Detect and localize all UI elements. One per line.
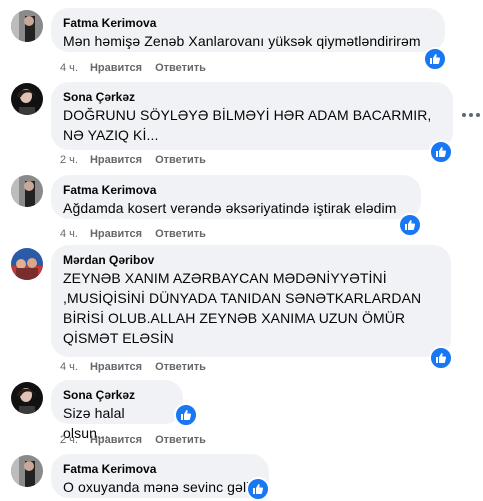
comment-author[interactable]: Sona Çərkəz (63, 387, 171, 403)
comment-bubble: Fatma Kerimova O oxuyanda mənə sevinc gə… (51, 454, 269, 498)
like-reaction-icon[interactable] (246, 477, 270, 501)
like-reaction-icon[interactable] (174, 403, 198, 427)
comment-author[interactable]: Mərdan Qəribov (63, 252, 439, 268)
comment-text-line: BİRİSİ OLUB.ALLAH ZEYNƏB XANIMA UZUN ÖMÜ… (63, 310, 406, 326)
comment-timestamp[interactable]: 2 ч. (60, 434, 78, 446)
comment-timestamp[interactable]: 4 ч. (60, 62, 78, 74)
like-button[interactable]: Нравится (90, 228, 142, 240)
comment-text: Mən həmişə Zenəb Xanlarovanı yüksək qiym… (63, 33, 421, 49)
like-button[interactable]: Нравится (90, 62, 142, 74)
like-reaction-icon[interactable] (423, 47, 447, 71)
comment-author[interactable]: Sona Çərkəz (63, 89, 441, 105)
avatar[interactable] (11, 10, 43, 42)
reply-button[interactable]: Ответить (155, 62, 206, 74)
previous-comment-fragment: · · · · · · · · (60, 0, 300, 2)
avatar[interactable] (11, 382, 43, 414)
comment-actions: 4 ч. Нравится Ответить (60, 61, 219, 75)
comment-text: Ağdamda kosert verəndə əksəriyatində işt… (63, 200, 397, 216)
avatar[interactable] (11, 175, 43, 207)
comment-timestamp[interactable]: 2 ч. (60, 154, 78, 166)
comment-bubble: Fatma Kerimova Ağdamda kosert verəndə ək… (51, 175, 421, 219)
comment-bubble: Sona Çərkəz Sizə halal olsun... (51, 380, 183, 441)
comment-author[interactable]: Fatma Kerimova (63, 182, 409, 198)
comment-bubble: Sona Çərkəz DOĞRUNU SÖYLƏYƏ BİLMƏYİ HƏR … (51, 82, 453, 150)
comment-author[interactable]: Fatma Kerimova (63, 15, 433, 31)
reply-button[interactable]: Ответить (155, 154, 206, 166)
avatar[interactable] (11, 455, 43, 487)
like-button[interactable]: Нравится (90, 361, 142, 373)
comment-text-line: NƏ YAZIQ Kİ... (63, 127, 159, 143)
more-options-icon[interactable] (462, 112, 480, 118)
comment-actions: 4 ч. Нравится Ответить (60, 227, 219, 241)
like-reaction-icon[interactable] (398, 213, 422, 237)
comment-text-line: ,MUSİQİSİNİ DÜNYADA TANIDAN SƏNƏTKARLARD… (63, 290, 422, 306)
like-button[interactable]: Нравится (90, 154, 142, 166)
reply-button[interactable]: Ответить (155, 228, 206, 240)
avatar[interactable] (11, 248, 43, 280)
comment-bubble: Fatma Kerimova Mən həmişə Zenəb Xanlarov… (51, 8, 445, 52)
comment-text-line: DOĞRUNU SÖYLƏYƏ BİLMƏYİ HƏR ADAM BACARMI… (63, 107, 432, 123)
comment-text-line: ZEYNƏB XANIM AZƏRBAYCAN MƏDƏNİYYƏTİNİ (63, 270, 387, 286)
like-button[interactable]: Нравится (90, 434, 142, 446)
comment-actions: 2 ч. Нравится Ответить (60, 153, 219, 167)
comment-actions: 2 ч. Нравится Ответить (60, 433, 219, 447)
comment-text: O oxuyanda mənə sevinc gəlir (63, 479, 255, 495)
comment-actions: 4 ч. Нравится Ответить (60, 360, 219, 374)
comment-timestamp[interactable]: 4 ч. (60, 361, 78, 373)
reply-button[interactable]: Ответить (155, 361, 206, 373)
comment-bubble: Mərdan Qəribov ZEYNƏB XANIM AZƏRBAYCAN M… (51, 245, 451, 357)
comment-timestamp[interactable]: 4 ч. (60, 228, 78, 240)
comment-text-line: QİSMƏT ELƏSİN (63, 330, 174, 346)
like-reaction-icon[interactable] (429, 346, 453, 370)
reply-button[interactable]: Ответить (155, 434, 206, 446)
comment-author[interactable]: Fatma Kerimova (63, 461, 257, 477)
like-reaction-icon[interactable] (429, 140, 453, 164)
avatar[interactable] (11, 83, 43, 115)
